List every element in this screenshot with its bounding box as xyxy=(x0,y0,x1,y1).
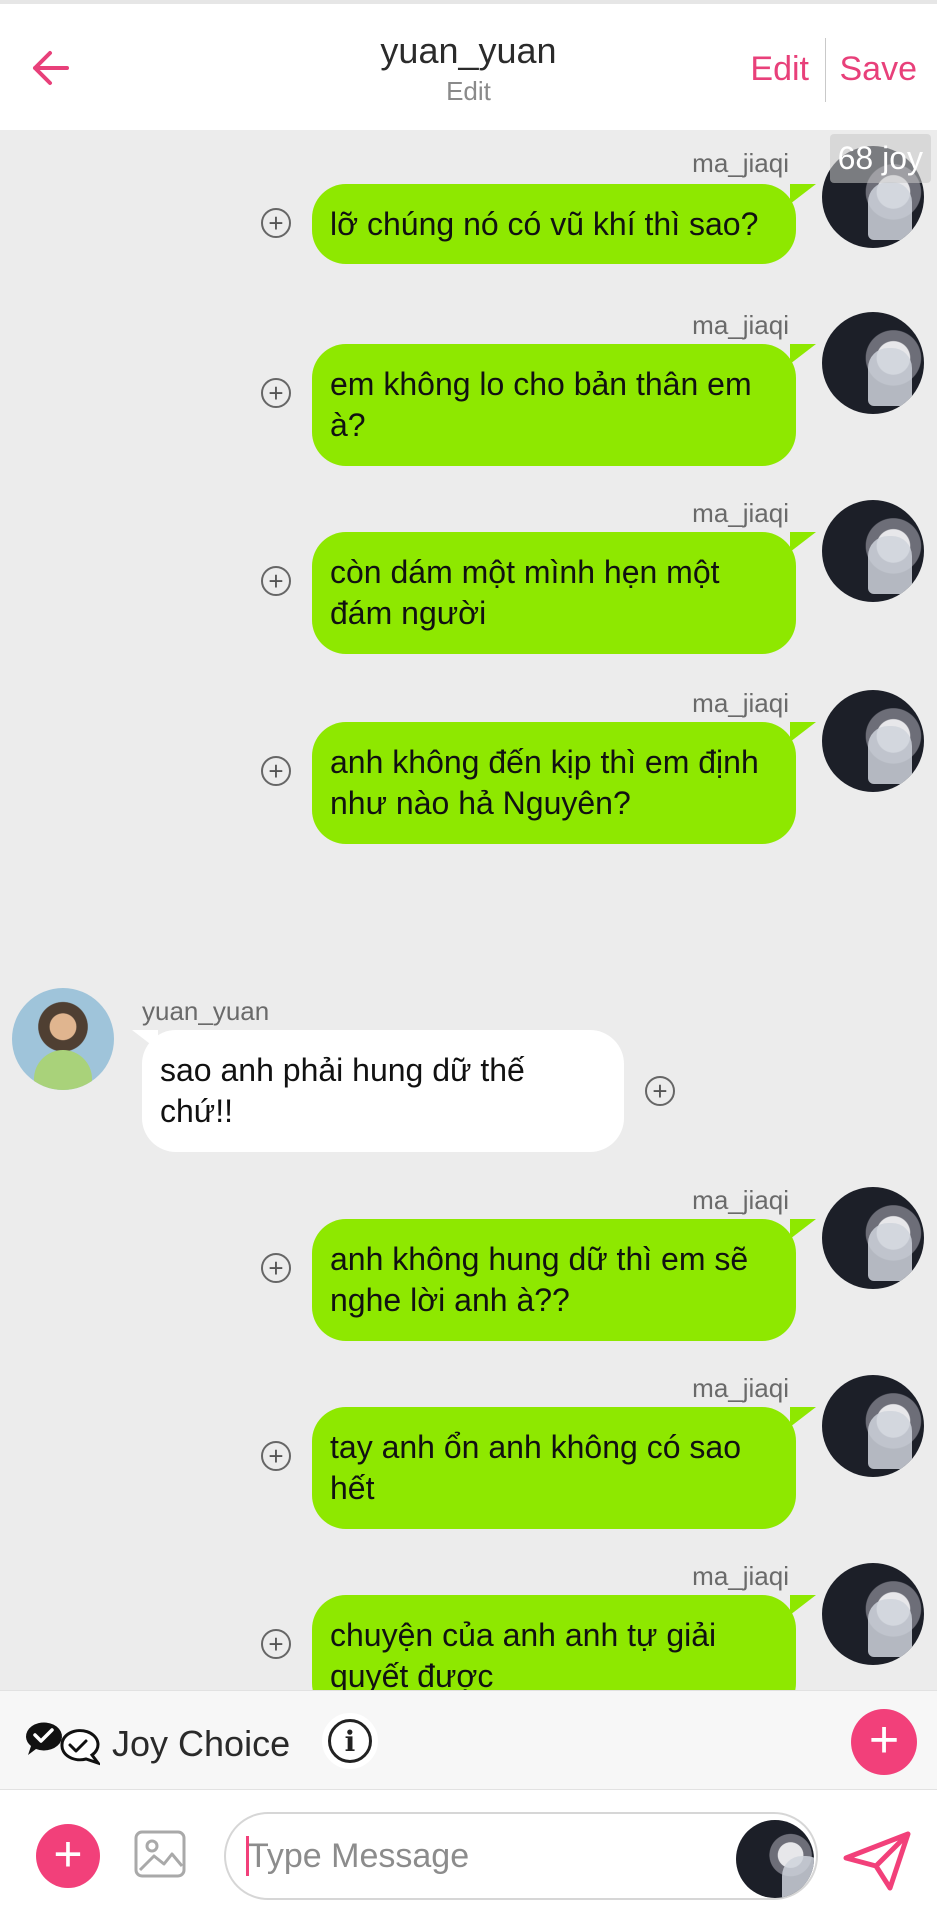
avatar[interactable] xyxy=(12,988,114,1090)
composer-bar: + xyxy=(0,1790,937,1920)
message-row: ma_jiaqi + còn dám một mình hẹn một đám … xyxy=(0,490,937,680)
message-list[interactable]: ma_jiaqi + lỡ chúng nó có vũ khí thì sao… xyxy=(0,130,937,1690)
bubble-tail xyxy=(790,184,816,204)
avatar[interactable] xyxy=(822,500,924,602)
message-bubble[interactable]: anh không hung dữ thì em sẽ nghe lời anh… xyxy=(312,1219,796,1341)
message-row: ma_jiaqi + chuyện của anh anh tự giải qu… xyxy=(0,1555,937,1690)
message-text: anh không đến kịp thì em định như nào hả… xyxy=(330,744,759,821)
arrow-left-icon xyxy=(33,51,69,85)
send-icon[interactable] xyxy=(842,1830,912,1892)
bubble-tail xyxy=(790,1595,816,1615)
message-row: ma_jiaqi + em không lo cho bản thân em à… xyxy=(0,300,937,490)
sender-name: ma_jiaqi xyxy=(692,148,789,178)
info-button[interactable]: i xyxy=(322,1713,378,1769)
image-icon[interactable] xyxy=(132,1826,188,1882)
header-bar: yuan_yuan Edit Edit Save xyxy=(0,0,937,130)
sender-name: yuan_yuan xyxy=(142,996,270,1026)
joy-add-button[interactable]: + xyxy=(851,1709,917,1775)
edit-button[interactable]: Edit xyxy=(750,50,809,89)
sender-name: ma_jiaqi xyxy=(692,498,789,528)
save-button[interactable]: Save xyxy=(840,50,918,89)
message-row: ma_jiaqi + anh không đến kịp thì em định… xyxy=(0,680,937,870)
react-button[interactable]: + xyxy=(261,756,291,786)
react-button[interactable]: + xyxy=(261,1253,291,1283)
joy-choice-label: Joy Choice xyxy=(112,1723,291,1764)
message-bubble[interactable]: anh không đến kịp thì em định như nào hả… xyxy=(312,722,796,844)
joy-choice-bar: Joy Choice i + xyxy=(0,1690,937,1790)
info-icon: i xyxy=(328,1719,372,1763)
back-button[interactable] xyxy=(26,44,74,92)
message-row: ma_jiaqi + lỡ chúng nó có vũ khí thì sao… xyxy=(0,130,937,320)
avatar[interactable] xyxy=(822,1187,924,1289)
plus-icon: + xyxy=(868,1711,900,1769)
message-text: em không lo cho bản thân em à? xyxy=(330,366,752,443)
sender-name: ma_jiaqi xyxy=(692,1561,789,1591)
sender-name: ma_jiaqi xyxy=(692,1185,789,1215)
message-text: chuyện của anh anh tự giải quyết được xyxy=(330,1617,717,1690)
react-button[interactable]: + xyxy=(261,566,291,596)
message-text: anh không hung dữ thì em sẽ nghe lời anh… xyxy=(330,1241,749,1318)
message-text: tay anh ổn anh không có sao hết xyxy=(330,1429,741,1506)
message-bubble[interactable]: lỡ chúng nó có vũ khí thì sao? xyxy=(312,184,796,264)
avatar[interactable] xyxy=(822,1375,924,1477)
text-caret xyxy=(246,1836,249,1876)
header-divider xyxy=(825,38,826,102)
message-row: yuan_yuan sao anh phải hung dữ thế chứ!!… xyxy=(0,870,937,1152)
bubble-tail xyxy=(790,1219,816,1239)
react-button[interactable]: + xyxy=(261,208,291,238)
message-bubble[interactable]: chuyện của anh anh tự giải quyết được xyxy=(312,1595,796,1690)
message-row: ma_jiaqi + anh không hung dữ thì em sẽ n… xyxy=(0,1175,937,1365)
message-row: ma_jiaqi + tay anh ổn anh không có sao h… xyxy=(0,1365,937,1555)
add-button[interactable]: + xyxy=(36,1824,100,1888)
bubble-tail xyxy=(790,1407,816,1427)
message-bubble[interactable]: tay anh ổn anh không có sao hết xyxy=(312,1407,796,1529)
sender-name: ma_jiaqi xyxy=(692,1373,789,1403)
message-input[interactable] xyxy=(224,1812,818,1900)
chat-check-icon xyxy=(25,1722,100,1766)
chat-screen: yuan_yuan Edit Edit Save ma_jiaqi + lỡ c… xyxy=(0,0,937,1920)
react-button[interactable]: + xyxy=(261,1629,291,1659)
avatar[interactable] xyxy=(822,312,924,414)
bubble-tail xyxy=(790,532,816,552)
react-button[interactable]: + xyxy=(261,378,291,408)
message-bubble[interactable]: còn dám một mình hẹn một đám người xyxy=(312,532,796,654)
sender-name: ma_jiaqi xyxy=(692,310,789,340)
message-bubble[interactable]: em không lo cho bản thân em à? xyxy=(312,344,796,466)
avatar[interactable] xyxy=(822,690,924,792)
watermark: 68 joy xyxy=(829,134,931,183)
bubble-tail xyxy=(790,722,816,742)
message-text: lỡ chúng nó có vũ khí thì sao? xyxy=(330,206,759,242)
bubble-tail xyxy=(790,344,816,364)
sender-name: ma_jiaqi xyxy=(692,688,789,718)
message-text: sao anh phải hung dữ thế chứ!! xyxy=(160,1052,525,1129)
sender-avatar-toggle[interactable] xyxy=(736,1820,814,1898)
react-button[interactable]: + xyxy=(645,1076,675,1106)
react-button[interactable]: + xyxy=(261,1441,291,1471)
plus-icon: + xyxy=(53,1826,83,1882)
message-text: còn dám một mình hẹn một đám người xyxy=(330,554,720,631)
message-bubble[interactable]: sao anh phải hung dữ thế chứ!! xyxy=(142,1030,624,1152)
avatar[interactable] xyxy=(822,1563,924,1665)
